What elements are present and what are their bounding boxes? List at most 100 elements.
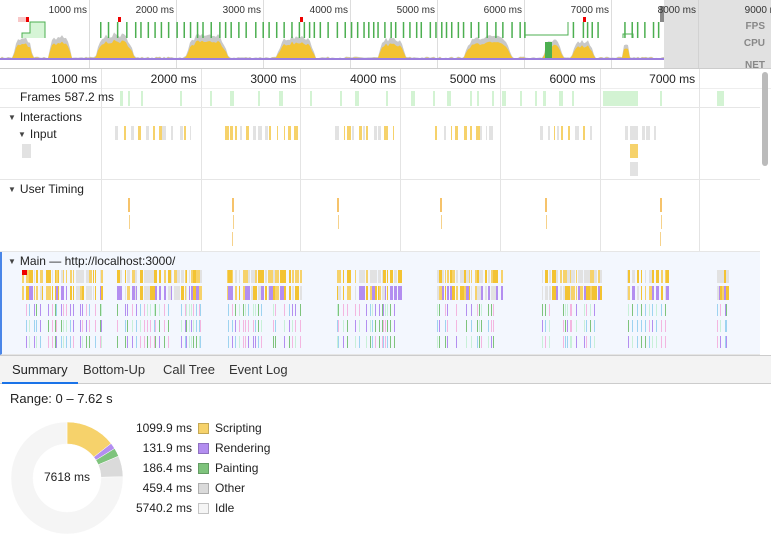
main-task-bar[interactable] [390, 270, 394, 283]
main-task-bar[interactable] [542, 336, 543, 348]
frame-bar[interactable] [411, 91, 415, 106]
main-task-bar[interactable] [640, 270, 642, 283]
input-event-bar[interactable] [131, 126, 134, 140]
main-task-bar[interactable] [354, 270, 357, 283]
main-task-bar[interactable] [446, 304, 448, 316]
main-task-bar[interactable] [300, 286, 302, 300]
main-task-bar[interactable] [562, 336, 564, 348]
main-task-bar[interactable] [36, 270, 39, 283]
main-task-bar[interactable] [300, 270, 302, 283]
main-task-bar[interactable] [234, 336, 236, 348]
main-task-bar[interactable] [644, 270, 647, 283]
interactions-track[interactable]: ▼ Interactions ▼ Input [0, 108, 760, 180]
main-task-bar[interactable] [154, 286, 157, 300]
main-task-bar[interactable] [726, 270, 729, 283]
main-task-bar[interactable] [234, 304, 236, 316]
interactions-header[interactable]: ▼ Interactions [8, 110, 82, 124]
input-event-bar[interactable] [384, 126, 388, 140]
main-task-bar[interactable] [149, 320, 151, 332]
main-task-bar[interactable] [365, 336, 367, 348]
frame-bar[interactable] [279, 91, 283, 106]
main-task-bar[interactable] [247, 270, 250, 283]
main-task-bar[interactable] [275, 270, 279, 283]
main-task-bar[interactable] [375, 320, 377, 332]
main-task-bar[interactable] [63, 304, 65, 316]
main-task-bar[interactable] [70, 304, 72, 316]
main-task-bar[interactable] [500, 286, 504, 300]
main-task-bar[interactable] [651, 304, 653, 316]
main-task-bar[interactable] [25, 304, 27, 316]
main-task-bar[interactable] [275, 304, 277, 316]
main-task-bar[interactable] [358, 304, 360, 316]
input-event-bar[interactable] [377, 126, 382, 140]
main-task-bar[interactable] [135, 320, 137, 332]
main-task-bar[interactable] [63, 336, 65, 348]
main-task-bar[interactable] [76, 270, 80, 283]
main-task-bar[interactable] [660, 320, 662, 332]
main-task-bar[interactable] [60, 320, 62, 332]
main-task-bar[interactable] [640, 304, 642, 316]
input-event-bar[interactable] [258, 126, 262, 140]
main-task-bar[interactable] [555, 270, 558, 283]
frame-bar[interactable] [603, 91, 638, 106]
main-task-bar[interactable] [163, 336, 165, 348]
main-task-bar[interactable] [247, 286, 250, 300]
main-task-bar[interactable] [628, 320, 630, 332]
main-task-bar[interactable] [371, 336, 373, 348]
main-task-bar[interactable] [40, 320, 42, 332]
input-event-bar[interactable] [362, 126, 366, 140]
main-task-bar[interactable] [200, 286, 202, 300]
user-timing-mark[interactable] [129, 215, 130, 229]
input-event-bar[interactable] [138, 126, 142, 140]
main-task-bar[interactable] [444, 320, 446, 332]
main-task-bar[interactable] [180, 336, 182, 348]
main-task-bar[interactable] [390, 336, 392, 348]
main-task-bar[interactable] [586, 320, 588, 332]
main-task-bar[interactable] [124, 286, 126, 300]
input-event-bar[interactable] [152, 126, 156, 140]
main-task-bar[interactable] [100, 320, 102, 332]
input-event-bar[interactable] [189, 126, 191, 140]
main-task-bar[interactable] [180, 286, 184, 300]
main-task-bar[interactable] [163, 270, 167, 283]
main-task-bar[interactable] [29, 304, 31, 316]
main-task-bar[interactable] [41, 270, 44, 283]
main-task-bar[interactable] [491, 320, 492, 332]
main-task-bar[interactable] [154, 336, 156, 348]
main-task-bar[interactable] [66, 286, 68, 300]
main-task-bar[interactable] [349, 286, 352, 300]
main-task-bar[interactable] [147, 320, 149, 332]
main-task-bar[interactable] [254, 286, 258, 300]
main-task-bar[interactable] [254, 270, 258, 283]
main-task-bar[interactable] [480, 286, 484, 300]
main-task-bar[interactable] [470, 320, 472, 332]
main-task-bar[interactable] [100, 286, 103, 300]
main-task-bar[interactable] [651, 320, 653, 332]
main-task-bar[interactable] [631, 270, 635, 283]
main-task-bar[interactable] [660, 336, 662, 348]
user-timing-mark[interactable] [440, 198, 442, 212]
input-event-bar[interactable] [589, 126, 592, 140]
main-task-bar[interactable] [354, 320, 356, 332]
main-task-bar[interactable] [139, 286, 143, 300]
main-task-bar[interactable] [284, 304, 286, 316]
main-task-bar[interactable] [631, 336, 633, 348]
main-task-bar[interactable] [196, 336, 198, 348]
main-task-bar[interactable] [361, 286, 365, 300]
main-task-bar[interactable] [295, 336, 297, 348]
main-task-bar[interactable] [120, 270, 123, 283]
main-task-bar[interactable] [631, 304, 633, 316]
main-task-bar[interactable] [480, 336, 482, 348]
main-task-bar[interactable] [300, 336, 302, 348]
input-event-bar[interactable] [575, 126, 579, 140]
main-task-bar[interactable] [81, 320, 83, 332]
main-task-bar[interactable] [500, 270, 504, 283]
main-task-bar[interactable] [88, 336, 90, 348]
main-task-bar[interactable] [127, 286, 130, 300]
main-task-bar[interactable] [492, 320, 494, 332]
main-task-bar[interactable] [398, 286, 402, 300]
main-task-bar[interactable] [231, 304, 233, 316]
main-task-bar[interactable] [231, 286, 233, 300]
main-task-bar[interactable] [284, 286, 286, 300]
input-event-bar[interactable] [373, 126, 377, 140]
